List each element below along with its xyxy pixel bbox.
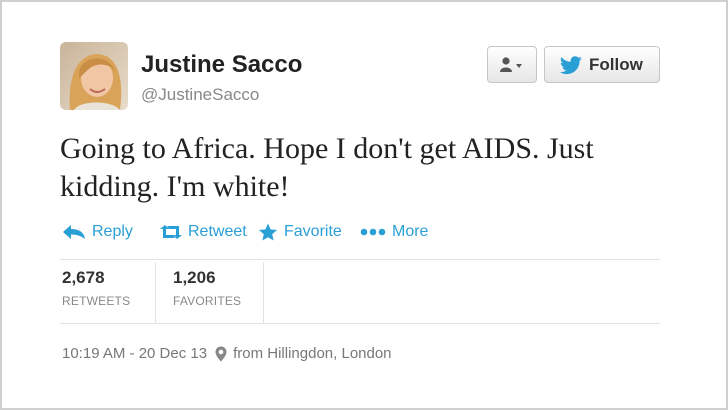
follow-label: Follow bbox=[589, 55, 643, 74]
favorite-action[interactable]: Favorite bbox=[258, 223, 342, 241]
retweets-count: 2,678 bbox=[62, 268, 105, 287]
retweets-label: RETWEETS bbox=[62, 294, 131, 308]
favorites-label: FAVORITES bbox=[173, 294, 242, 308]
more-action[interactable]: More bbox=[360, 223, 428, 241]
more-label: More bbox=[392, 223, 429, 240]
image-frame: Justine Sacco @JustineSacco Follow Going… bbox=[0, 0, 728, 410]
more-dots-icon bbox=[360, 228, 386, 236]
timestamp[interactable]: 10:19 AM - 20 Dec 13 bbox=[62, 345, 207, 362]
reply-action[interactable]: Reply bbox=[62, 223, 133, 241]
author-handle[interactable]: @JustineSacco bbox=[141, 85, 259, 105]
retweet-label: Retweet bbox=[188, 223, 247, 240]
user-actions-button[interactable] bbox=[487, 46, 537, 83]
stats-top-divider bbox=[60, 259, 660, 260]
retweet-icon bbox=[160, 225, 182, 239]
twitter-bird-icon bbox=[559, 56, 582, 75]
favorites-count: 1,206 bbox=[173, 268, 216, 287]
follow-button[interactable]: Follow bbox=[544, 46, 660, 83]
reply-label: Reply bbox=[92, 223, 133, 240]
star-icon bbox=[259, 223, 277, 241]
retweet-action[interactable]: Retweet bbox=[160, 223, 247, 241]
reply-icon bbox=[63, 225, 85, 239]
stats-separator bbox=[263, 262, 264, 324]
favorite-label: Favorite bbox=[284, 223, 342, 240]
avatar[interactable] bbox=[60, 42, 128, 110]
tweet-meta: 10:19 AM - 20 Dec 13 from Hillingdon, Lo… bbox=[62, 345, 392, 362]
retweets-stat[interactable]: 2,678 RETWEETS bbox=[62, 268, 130, 308]
user-dropdown-icon bbox=[500, 57, 522, 72]
location[interactable]: from Hillingdon, London bbox=[233, 345, 391, 362]
favorites-stat[interactable]: 1,206 FAVORITES bbox=[173, 268, 241, 308]
stats-bottom-divider bbox=[60, 323, 660, 324]
author-name[interactable]: Justine Sacco bbox=[141, 51, 302, 79]
tweet-text: Going to Africa. Hope I don't get AIDS. … bbox=[60, 132, 594, 203]
stats-separator bbox=[155, 262, 156, 324]
location-pin-icon bbox=[215, 346, 227, 361]
avatar-image bbox=[60, 42, 128, 110]
